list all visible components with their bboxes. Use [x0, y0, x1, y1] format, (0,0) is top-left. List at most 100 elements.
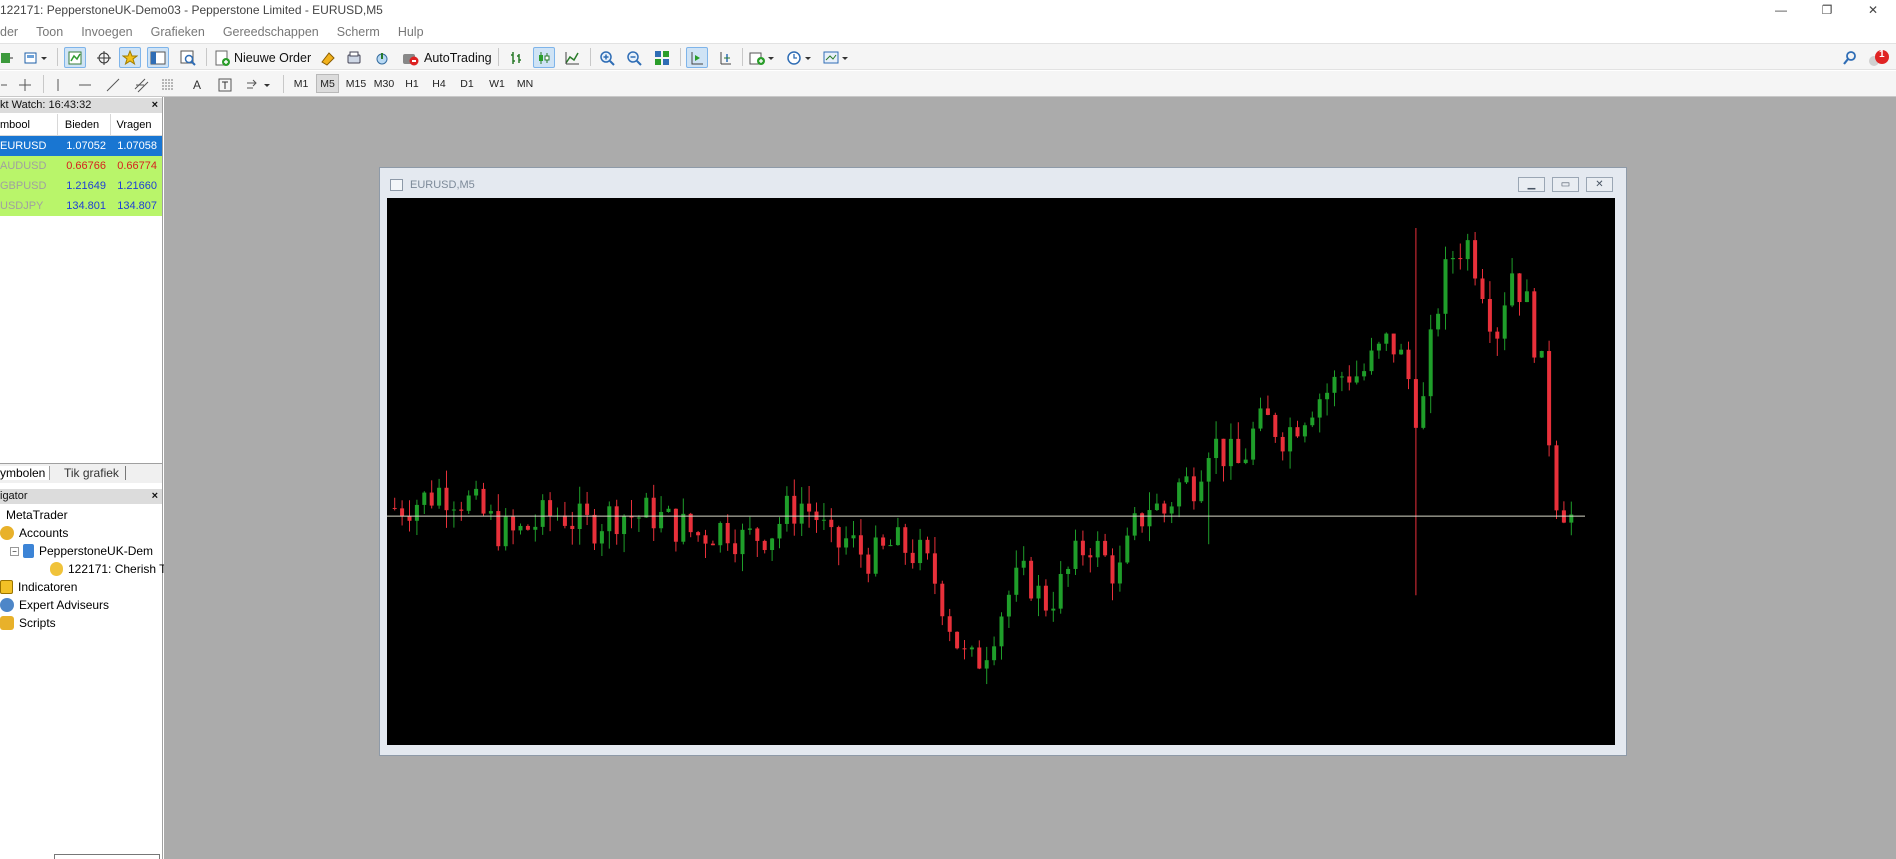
candle-body	[881, 537, 886, 546]
candle-body	[1510, 273, 1515, 306]
menu-bar: der Toon Invoegen Grafieken Gereedschapp…	[0, 20, 1896, 43]
text-tool-icon[interactable]: A	[186, 74, 208, 95]
menu-help[interactable]: Hulp	[389, 25, 433, 39]
candle-body	[644, 497, 649, 518]
candle-body	[1006, 594, 1011, 617]
favorites-star-icon[interactable]	[119, 47, 141, 68]
menu-window[interactable]: Scherm	[328, 25, 389, 39]
menu-view[interactable]: Toon	[27, 25, 72, 39]
arrows-menu-icon[interactable]	[243, 74, 275, 95]
history-center-icon[interactable]	[343, 47, 365, 68]
timeframe-h4[interactable]: H4	[428, 74, 450, 93]
metaeditor-icon[interactable]	[317, 47, 339, 68]
vertical-line-icon[interactable]	[48, 74, 68, 95]
candle-body	[1154, 503, 1159, 511]
collapse-icon[interactable]: −	[10, 546, 19, 556]
nav-item-accounts[interactable]: Accounts	[0, 524, 68, 542]
candle-body	[599, 531, 604, 544]
candle-body	[770, 538, 775, 551]
nav-item-server[interactable]: − PepperstoneUK-Dem	[10, 542, 153, 560]
candle-body	[1547, 351, 1552, 446]
auto-scroll-icon[interactable]	[686, 47, 708, 68]
candle-body	[459, 509, 464, 511]
equidistant-channel-icon[interactable]	[130, 74, 152, 95]
market-watch-toggle-icon[interactable]	[64, 47, 86, 68]
bid-cell: 1.07052	[66, 140, 106, 152]
signals-icon[interactable]	[371, 47, 393, 68]
candle-body	[659, 511, 664, 529]
line-chart-icon[interactable]	[561, 47, 583, 68]
market-watch-row[interactable]: EURUSD 1.07052 1.07058	[0, 136, 162, 156]
menu-tools[interactable]: Gereedschappen	[214, 25, 328, 39]
zoom-in-icon[interactable]	[596, 47, 618, 68]
horizontal-line-icon[interactable]	[74, 74, 96, 95]
autotrading-button[interactable]: AutoTrading	[400, 47, 492, 68]
notification-count: 1	[1879, 49, 1885, 60]
profiles-icon[interactable]	[22, 47, 50, 68]
column-symbol[interactable]: mbool	[0, 114, 56, 136]
chart-minimize-button[interactable]: ▁	[1518, 177, 1545, 192]
timeframe-m1[interactable]: M1	[291, 74, 311, 93]
restore-button[interactable]: ❐	[1804, 0, 1850, 20]
timeframe-mn[interactable]: MN	[513, 74, 537, 93]
timeframe-d1[interactable]: D1	[456, 74, 478, 93]
chart-close-button[interactable]: ✕	[1586, 177, 1613, 192]
crosshair-icon[interactable]	[14, 74, 36, 95]
cursor-icon[interactable]	[0, 74, 8, 95]
timeframe-h1[interactable]: H1	[401, 74, 423, 93]
menu-file[interactable]: der	[0, 25, 27, 39]
candlestick-chart-icon[interactable]	[533, 47, 555, 68]
text-label-icon[interactable]	[214, 74, 236, 95]
zoom-out-icon[interactable]	[623, 47, 645, 68]
timeframe-m30[interactable]: M30	[371, 74, 397, 93]
templates-menu-icon[interactable]	[822, 47, 852, 68]
candle-body	[1495, 331, 1500, 339]
tile-windows-icon[interactable]	[651, 47, 673, 68]
timeframe-w1[interactable]: W1	[485, 74, 509, 93]
candle-body	[1339, 376, 1344, 378]
column-bid[interactable]: Bieden	[57, 114, 109, 136]
tab-symbols[interactable]: ymbolen	[0, 466, 51, 480]
timeframe-m5[interactable]: M5	[316, 74, 339, 93]
menu-charts[interactable]: Grafieken	[142, 25, 214, 39]
market-watch-row[interactable]: AUDUSD 0.66766 0.66774	[0, 156, 162, 176]
bar-chart-icon[interactable]	[506, 47, 528, 68]
chart-window[interactable]: EURUSD,M5 ▁ ▭ ✕	[379, 167, 1627, 756]
menu-insert[interactable]: Invoegen	[72, 25, 141, 39]
trendline-icon[interactable]	[102, 74, 124, 95]
price-chart[interactable]	[387, 198, 1615, 745]
market-watch-row[interactable]: USDJPY 134.801 134.807	[0, 196, 162, 216]
fibonacci-icon[interactable]	[157, 74, 179, 95]
candle-body	[999, 616, 1004, 647]
candle-body	[1110, 555, 1115, 584]
minimize-button[interactable]: —	[1758, 0, 1804, 20]
terminal-panel-icon[interactable]	[147, 47, 169, 68]
nav-item-account[interactable]: 122171: Cherish T	[50, 560, 167, 578]
new-order-button[interactable]: Nieuwe Order	[212, 47, 312, 68]
strategy-tester-icon[interactable]	[177, 47, 199, 68]
column-ask[interactable]: Vragen	[110, 114, 160, 136]
notifications-icon[interactable]: 1	[1864, 47, 1892, 68]
chart-maximize-button[interactable]: ▭	[1552, 177, 1579, 192]
market-watch-close-button[interactable]: ×	[152, 98, 158, 113]
timeframe-m15[interactable]: M15	[343, 74, 369, 93]
nav-item-experts[interactable]: Expert Adviseurs	[0, 596, 109, 614]
candle-body	[1473, 240, 1478, 279]
crosshair-navigator-icon[interactable]	[93, 47, 115, 68]
new-chart-icon[interactable]	[0, 47, 14, 68]
search-icon[interactable]	[1839, 47, 1861, 68]
indicators-menu-icon[interactable]	[748, 47, 778, 68]
navigator-close-button[interactable]: ×	[152, 489, 158, 504]
candlestick-plot[interactable]	[387, 198, 1615, 745]
candle-body	[1258, 408, 1263, 429]
candle-body	[829, 519, 834, 528]
periods-menu-icon[interactable]	[785, 47, 815, 68]
nav-item-indicators[interactable]: Indicatoren	[0, 578, 77, 596]
close-button[interactable]: ✕	[1850, 0, 1896, 20]
nav-item-metatrader[interactable]: MetaTrader	[0, 506, 68, 524]
chart-shift-icon[interactable]	[714, 47, 736, 68]
navigator-scrollbar[interactable]	[54, 854, 160, 859]
market-watch-row[interactable]: GBPUSD 1.21649 1.21660	[0, 176, 162, 196]
nav-item-scripts[interactable]: Scripts	[0, 614, 56, 632]
tab-tick-chart[interactable]: Tik grafiek	[64, 466, 126, 480]
